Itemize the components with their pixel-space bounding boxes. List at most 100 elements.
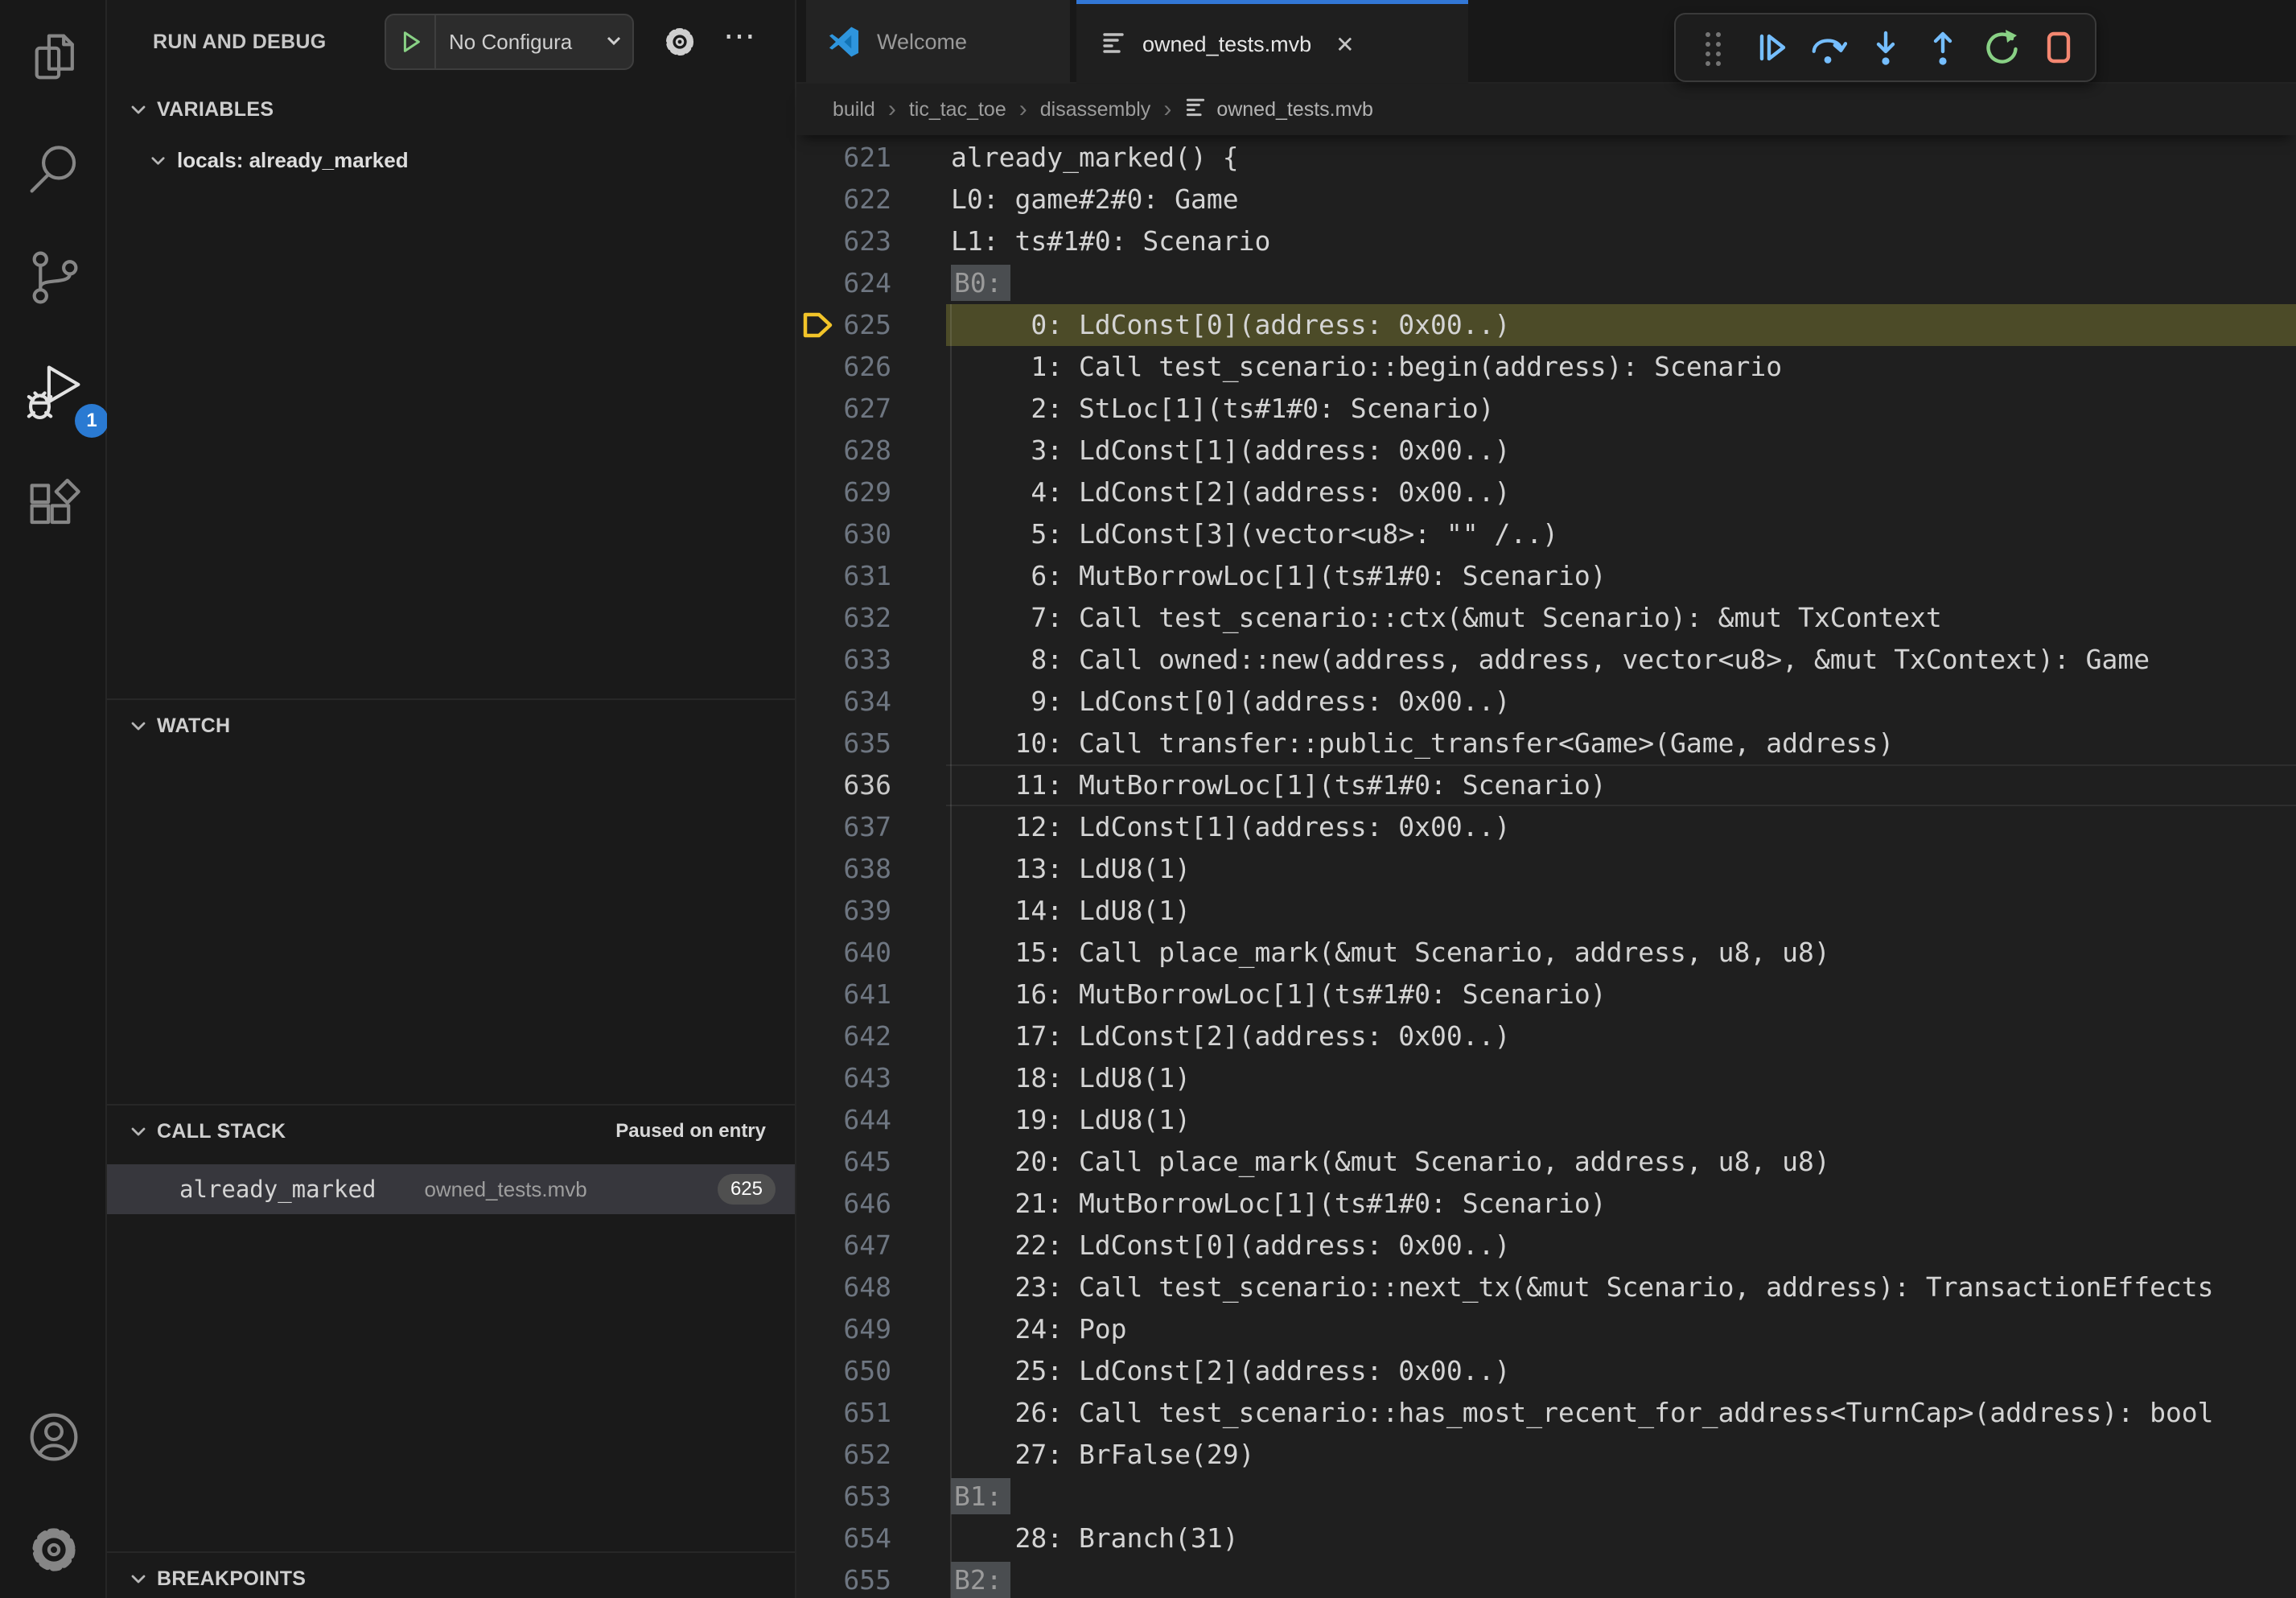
line-number[interactable]: 627 xyxy=(796,388,891,430)
toolbar-drag-handle[interactable] xyxy=(1692,27,1734,68)
code-line[interactable]: 629 4: LdConst[2](address: 0x00..) xyxy=(796,472,2296,513)
code-line[interactable]: 644 19: LdU8(1) xyxy=(796,1099,2296,1141)
line-number[interactable]: 647 xyxy=(796,1225,891,1266)
accounts-icon[interactable] xyxy=(23,1406,84,1468)
tab-welcome[interactable]: Welcome xyxy=(806,0,1070,84)
breadcrumb-file[interactable]: owned_tests.mvb xyxy=(1184,96,1373,124)
line-number[interactable]: 623 xyxy=(796,220,891,262)
line-number[interactable]: 654 xyxy=(796,1518,891,1559)
code-line[interactable]: 623L1: ts#1#0: Scenario xyxy=(796,220,2296,262)
line-number[interactable]: 628 xyxy=(796,430,891,472)
line-number[interactable]: 637 xyxy=(796,806,891,848)
source-control-icon[interactable] xyxy=(23,247,84,308)
code-line[interactable]: 636 11: MutBorrowLoc[1](ts#1#0: Scenario… xyxy=(796,764,2296,806)
more-actions-icon[interactable]: ⋯ xyxy=(723,18,757,55)
code-line[interactable]: 634 9: LdConst[0](address: 0x00..) xyxy=(796,681,2296,723)
watch-section-header[interactable]: WATCH xyxy=(107,700,795,752)
code-line[interactable]: 651 26: Call test_scenario::has_most_rec… xyxy=(796,1392,2296,1434)
code-line[interactable]: 643 18: LdU8(1) xyxy=(796,1057,2296,1099)
line-number[interactable]: 651 xyxy=(796,1392,891,1434)
line-number[interactable]: 634 xyxy=(796,681,891,723)
line-number[interactable]: 622 xyxy=(796,179,891,220)
line-number[interactable]: 631 xyxy=(796,555,891,597)
line-number[interactable]: 644 xyxy=(796,1099,891,1141)
code-line[interactable]: 638 13: LdU8(1) xyxy=(796,848,2296,890)
code-line[interactable]: 625 0: LdConst[0](address: 0x00..) xyxy=(796,304,2296,346)
code-line[interactable]: 647 22: LdConst[0](address: 0x00..) xyxy=(796,1225,2296,1266)
line-number[interactable]: 632 xyxy=(796,597,891,639)
code-line[interactable]: 631 6: MutBorrowLoc[1](ts#1#0: Scenario) xyxy=(796,555,2296,597)
line-number[interactable]: 649 xyxy=(796,1308,891,1350)
line-number[interactable]: 621 xyxy=(796,137,891,179)
code-line[interactable]: 639 14: LdU8(1) xyxy=(796,890,2296,932)
code-line[interactable]: 654 28: Branch(31) xyxy=(796,1518,2296,1559)
code-line[interactable]: 622L0: game#2#0: Game xyxy=(796,179,2296,220)
line-number[interactable]: 648 xyxy=(796,1266,891,1308)
run-and-debug-icon[interactable]: 1 xyxy=(23,361,84,422)
line-number[interactable]: 639 xyxy=(796,890,891,932)
tab-owned-tests[interactable]: owned_tests.mvb ✕ xyxy=(1076,0,1468,85)
code-line[interactable]: 624B0: xyxy=(796,262,2296,304)
code-line[interactable]: 632 7: Call test_scenario::ctx(&mut Scen… xyxy=(796,597,2296,639)
code-line[interactable]: 645 20: Call place_mark(&mut Scenario, a… xyxy=(796,1141,2296,1183)
line-number[interactable]: 642 xyxy=(796,1015,891,1057)
start-debug-icon[interactable] xyxy=(386,15,436,68)
code-line[interactable]: 635 10: Call transfer::public_transfer<G… xyxy=(796,723,2296,764)
code-line[interactable]: 630 5: LdConst[3](vector<u8>: "" /..) xyxy=(796,513,2296,555)
step-over-button[interactable] xyxy=(1807,27,1849,68)
variables-section-header[interactable]: VARIABLES xyxy=(107,84,795,135)
search-icon[interactable] xyxy=(23,138,84,200)
line-number[interactable]: 630 xyxy=(796,513,891,555)
code-line[interactable]: 637 12: LdConst[1](address: 0x00..) xyxy=(796,806,2296,848)
line-number[interactable]: 655 xyxy=(796,1559,891,1598)
breadcrumb-item[interactable]: tic_tac_toe xyxy=(909,98,1006,121)
line-number[interactable]: 633 xyxy=(796,639,891,681)
line-number[interactable]: 645 xyxy=(796,1141,891,1183)
code-line[interactable]: 653B1: xyxy=(796,1476,2296,1518)
line-number[interactable]: 636 xyxy=(796,764,891,806)
explorer-icon[interactable] xyxy=(23,27,84,89)
continue-button[interactable] xyxy=(1749,27,1791,68)
code-line[interactable]: 641 16: MutBorrowLoc[1](ts#1#0: Scenario… xyxy=(796,974,2296,1015)
code-editor[interactable]: 621already_marked() {622L0: game#2#0: Ga… xyxy=(796,135,2296,1598)
code-line[interactable]: 640 15: Call place_mark(&mut Scenario, a… xyxy=(796,932,2296,974)
stop-button[interactable] xyxy=(2037,27,2079,68)
code-line[interactable]: 652 27: BrFalse(29) xyxy=(796,1434,2296,1476)
code-line[interactable]: 626 1: Call test_scenario::begin(address… xyxy=(796,346,2296,388)
code-line[interactable]: 649 24: Pop xyxy=(796,1308,2296,1350)
code-line[interactable]: 627 2: StLoc[1](ts#1#0: Scenario) xyxy=(796,388,2296,430)
debug-settings-gear-icon[interactable] xyxy=(660,23,699,61)
code-line[interactable]: 628 3: LdConst[1](address: 0x00..) xyxy=(796,430,2296,472)
settings-gear-icon[interactable] xyxy=(23,1519,84,1580)
call-stack-section-header[interactable]: CALL STACK Paused on entry xyxy=(107,1106,795,1157)
launch-config-dropdown[interactable]: No Configura xyxy=(385,14,634,70)
line-number[interactable]: 641 xyxy=(796,974,891,1015)
breadcrumb-item[interactable]: build xyxy=(833,98,875,121)
line-number[interactable]: 626 xyxy=(796,346,891,388)
breadcrumb-item[interactable]: disassembly xyxy=(1040,98,1151,121)
line-number[interactable]: 629 xyxy=(796,472,891,513)
code-line[interactable]: 648 23: Call test_scenario::next_tx(&mut… xyxy=(796,1266,2296,1308)
line-number[interactable]: 635 xyxy=(796,723,891,764)
line-number[interactable]: 640 xyxy=(796,932,891,974)
breakpoints-section-header[interactable]: BREAKPOINTS xyxy=(107,1553,795,1598)
line-number[interactable]: 650 xyxy=(796,1350,891,1392)
code-line[interactable]: 646 21: MutBorrowLoc[1](ts#1#0: Scenario… xyxy=(796,1183,2296,1225)
restart-button[interactable] xyxy=(1980,27,2022,68)
close-icon[interactable]: ✕ xyxy=(1335,31,1354,58)
extensions-icon[interactable] xyxy=(23,476,84,537)
code-line[interactable]: 621already_marked() { xyxy=(796,137,2296,179)
line-number[interactable]: 624 xyxy=(796,262,891,304)
line-number[interactable]: 653 xyxy=(796,1476,891,1518)
code-line[interactable]: 642 17: LdConst[2](address: 0x00..) xyxy=(796,1015,2296,1057)
line-number[interactable]: 643 xyxy=(796,1057,891,1099)
line-number[interactable]: 646 xyxy=(796,1183,891,1225)
code-line[interactable]: 655B2: xyxy=(796,1559,2296,1598)
locals-scope-row[interactable]: locals: already_marked xyxy=(107,138,795,182)
step-out-button[interactable] xyxy=(1922,27,1964,68)
code-line[interactable]: 650 25: LdConst[2](address: 0x00..) xyxy=(796,1350,2296,1392)
code-line[interactable]: 633 8: Call owned::new(address, address,… xyxy=(796,639,2296,681)
step-into-button[interactable] xyxy=(1865,27,1907,68)
call-stack-frame-row[interactable]: already_marked owned_tests.mvb 625 xyxy=(107,1164,795,1214)
line-number[interactable]: 652 xyxy=(796,1434,891,1476)
